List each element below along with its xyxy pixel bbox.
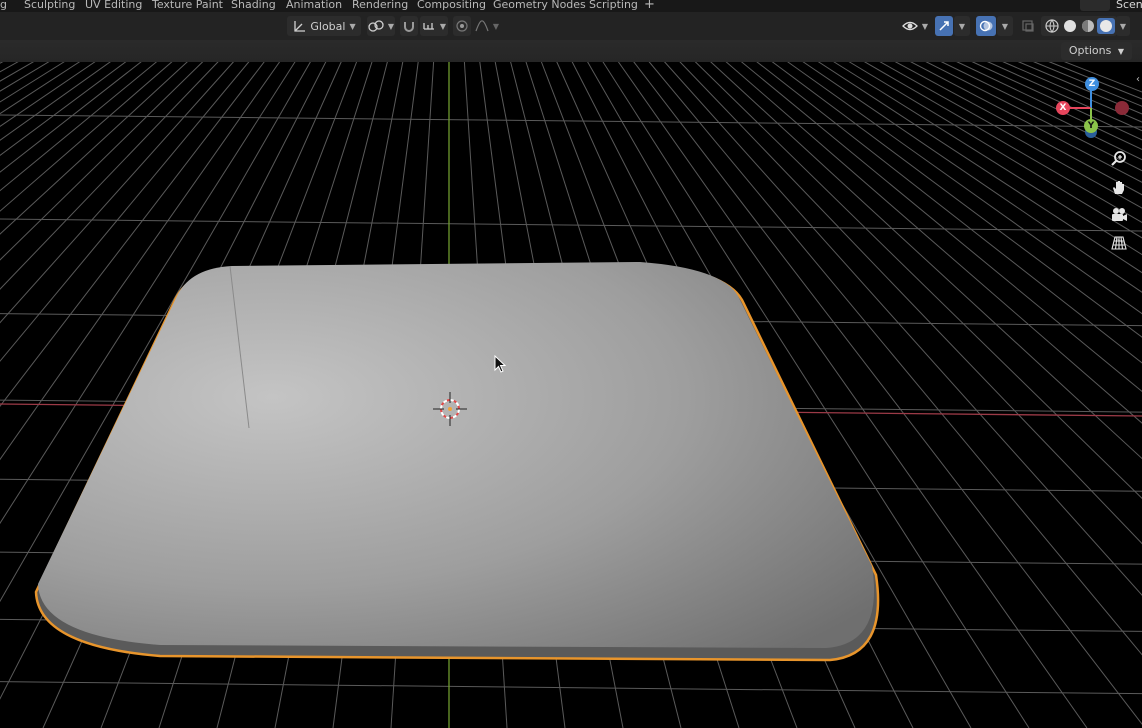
grid-perspective-icon	[1111, 236, 1127, 250]
shading-modes-icons	[1045, 18, 1115, 34]
3d-viewport[interactable]	[0, 0, 1142, 728]
tab-texture-paint[interactable]: Texture Paint	[152, 0, 223, 12]
tab-layout-partial[interactable]: g	[0, 0, 7, 12]
gizmo-dropdown[interactable]: ▼	[954, 16, 970, 36]
x-axis-ball[interactable]: X	[1056, 101, 1070, 115]
snap-increment-icon	[423, 23, 434, 30]
3d-cursor-icon[interactable]	[433, 392, 467, 426]
negative-x-axis-ball[interactable]	[1115, 101, 1129, 115]
show-overlays-toggle[interactable]	[976, 16, 996, 36]
shading-dropdown[interactable]: ▼	[1116, 16, 1130, 36]
tab-shading[interactable]: Shading	[231, 0, 276, 12]
xray-icon	[1022, 20, 1034, 32]
tab-animation[interactable]: Animation	[286, 0, 342, 12]
xray-toggle[interactable]	[1019, 16, 1037, 36]
toggle-perspective-button[interactable]	[1107, 232, 1131, 254]
pan-view-button[interactable]	[1107, 176, 1131, 198]
falloff-dropdown[interactable]: ▼	[474, 16, 500, 36]
chevron-down-icon: ▼	[1117, 47, 1124, 56]
tab-uv-editing[interactable]: UV Editing	[85, 0, 142, 12]
transform-orientation-label: Global	[310, 19, 346, 33]
orientation-axes-icon	[294, 21, 306, 32]
zoom-view-button[interactable]	[1107, 148, 1131, 170]
overlays-dropdown[interactable]: ▼	[997, 16, 1013, 36]
overlays-icon	[979, 20, 993, 32]
chevron-down-icon: ▼	[1001, 21, 1009, 31]
scene-name[interactable]: Scen	[1116, 0, 1142, 12]
chevron-down-icon: ▼	[921, 21, 929, 31]
add-workspace-button[interactable]: +	[644, 0, 655, 12]
transform-orientation-dropdown[interactable]: Global ▼	[287, 16, 361, 36]
tab-compositing[interactable]: Compositing	[417, 0, 486, 12]
material-shading-icon	[1082, 20, 1094, 32]
tab-rendering[interactable]: Rendering	[352, 0, 408, 12]
falloff-curve-icon	[475, 20, 489, 32]
shading-mode-group	[1041, 16, 1117, 36]
pivot-point-dropdown[interactable]: ▼	[367, 16, 395, 36]
hand-icon	[1113, 181, 1124, 194]
chevron-down-icon: ▼	[387, 21, 395, 31]
magnet-icon	[404, 22, 414, 32]
chevron-down-icon: ▼	[349, 21, 356, 31]
pivot-link-icon	[368, 20, 384, 32]
viewport-header: Global ▼ ▼ ▼ ▼ ▼ ▼ ▼ ▼	[0, 12, 1142, 41]
camera-icon	[1112, 208, 1127, 221]
proportional-edit-icon	[456, 20, 468, 32]
tab-geometry-nodes[interactable]: Geometry Nodes	[493, 0, 586, 12]
show-gizmo-toggle[interactable]	[935, 16, 953, 36]
tab-sculpting[interactable]: Sculpting	[24, 0, 75, 12]
workspace-tab-bar: g Sculpting UV Editing Texture Paint Sha…	[0, 0, 1142, 12]
tab-scripting[interactable]: Scripting	[589, 0, 638, 12]
snap-target-dropdown[interactable]: ▼	[420, 16, 448, 36]
camera-view-button[interactable]	[1107, 204, 1131, 226]
eye-icon	[902, 21, 918, 31]
chevron-down-icon: ▼	[492, 21, 500, 31]
viewport-subheader: Options ▼	[0, 40, 1142, 62]
chevron-down-icon: ▼	[958, 21, 966, 31]
gizmo-icon	[939, 21, 949, 31]
rendered-shading-icon	[1100, 20, 1112, 32]
scene-selector-icon[interactable]	[1080, 0, 1110, 11]
zoom-icon	[1111, 151, 1126, 166]
wireframe-shading-icon	[1045, 19, 1059, 33]
chevron-down-icon: ▼	[1119, 21, 1127, 31]
proportional-edit-toggle[interactable]	[453, 16, 471, 36]
snap-toggle[interactable]	[400, 16, 418, 36]
visibility-dropdown[interactable]: ▼	[900, 16, 930, 36]
y-axis-ball[interactable]: Y	[1084, 119, 1098, 133]
mouse-pointer-icon	[494, 355, 507, 373]
z-axis-ball[interactable]: Z	[1085, 77, 1099, 91]
solid-shading-icon	[1064, 20, 1076, 32]
chevron-down-icon: ▼	[439, 21, 447, 31]
options-dropdown[interactable]: Options ▼	[1060, 42, 1132, 60]
options-label: Options	[1068, 44, 1112, 57]
